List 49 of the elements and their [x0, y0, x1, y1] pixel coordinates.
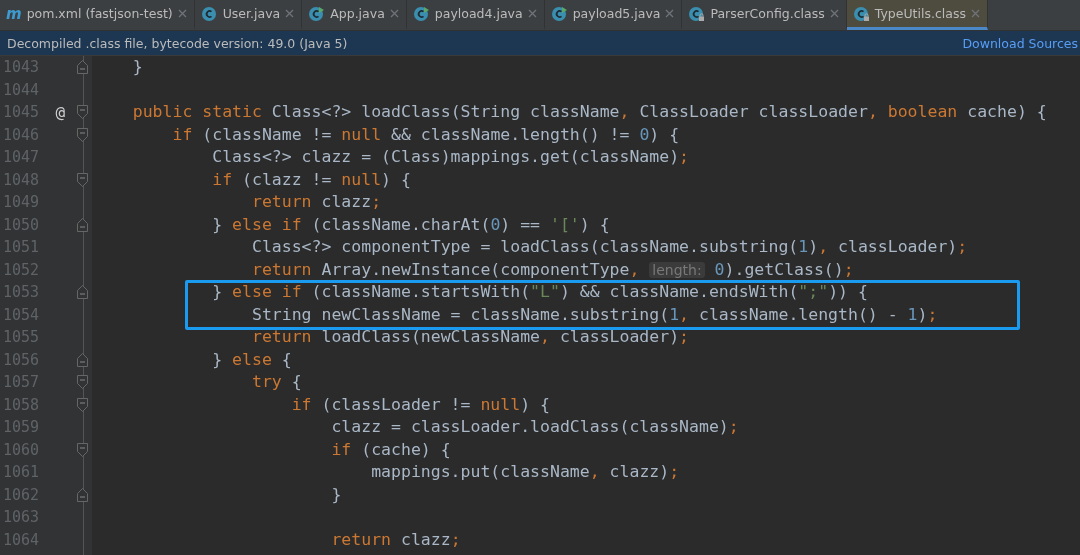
code-line: String newClassName = className.substring(1, className.length() - 1);	[250, 303, 939, 326]
code-line: }	[330, 483, 343, 506]
override-marker[interactable]: @	[55, 102, 66, 122]
code-line: } else {	[211, 348, 293, 371]
fold-marker-icon[interactable]	[76, 217, 88, 232]
locked-class-icon	[688, 5, 706, 22]
runnable-class-icon	[412, 5, 430, 22]
fold-marker-icon[interactable]	[76, 352, 88, 367]
locked-class-icon	[852, 5, 870, 22]
code-line: return clazz;	[330, 528, 462, 551]
code-line: }	[131, 56, 144, 78]
close-icon[interactable]	[285, 9, 295, 18]
banner-message: Decompiled .class file, bytecode version: 49.0 (Java 5)	[7, 35, 348, 51]
fold-marker-icon[interactable]	[76, 105, 88, 120]
close-icon[interactable]	[829, 9, 839, 18]
code-line: Class<?> componentType = loadClass(className.substring(1), classLoader);	[250, 236, 969, 258]
fold-marker-icon[interactable]	[76, 127, 88, 142]
runnable-class-icon	[550, 5, 568, 22]
fold-marker-icon[interactable]	[76, 487, 88, 502]
class-icon	[200, 5, 218, 22]
close-icon[interactable]	[177, 9, 187, 18]
code-line: } else if (className.startsWith("L") && className.endsWith(";")) {	[211, 281, 869, 303]
close-icon[interactable]	[970, 9, 980, 18]
close-icon[interactable]	[389, 9, 399, 18]
close-icon[interactable]	[527, 9, 537, 18]
code-line: return loadClass(newClassName, classLoader);	[250, 326, 691, 348]
code-line: mappings.put(className, clazz);	[370, 461, 681, 483]
editor-tab[interactable]: TypeUtils.class	[846, 0, 988, 30]
fold-marker-icon[interactable]	[76, 60, 88, 75]
maven-icon: m	[6, 4, 22, 23]
code-line: if (cache) {	[330, 438, 452, 461]
code-line: clazz = classLoader.loadClass(className);	[330, 416, 740, 438]
fold-marker-icon[interactable]	[76, 375, 88, 390]
code-line: try {	[250, 371, 303, 393]
code-line: } else if (className.charAt(0) == '[') {	[211, 213, 611, 236]
close-icon[interactable]	[665, 9, 675, 18]
fold-marker-icon[interactable]	[76, 397, 88, 412]
code-line: public static Class<?> loadClass(String className, ClassLoader classLoader, boolean cache) {	[131, 101, 1048, 123]
fold-marker-icon[interactable]	[76, 442, 88, 457]
fold-marker-icon[interactable]	[76, 172, 88, 187]
download-sources-link[interactable]: Download Sources	[962, 35, 1078, 51]
code-line: return Array.newInstance(componentType, length: 0).getClass();	[250, 258, 855, 281]
code-line: return clazz;	[250, 191, 383, 213]
fold-marker-icon[interactable]	[76, 285, 88, 300]
code-line: if (clazz != null) {	[211, 168, 412, 191]
code-line: Class<?> clazz = (Class)mappings.get(className);	[211, 146, 691, 168]
runnable-class-icon	[308, 5, 326, 22]
code-line: if (className != null && className.length() != 0) {	[171, 123, 681, 146]
code-line: if (classLoader != null) {	[290, 393, 551, 416]
